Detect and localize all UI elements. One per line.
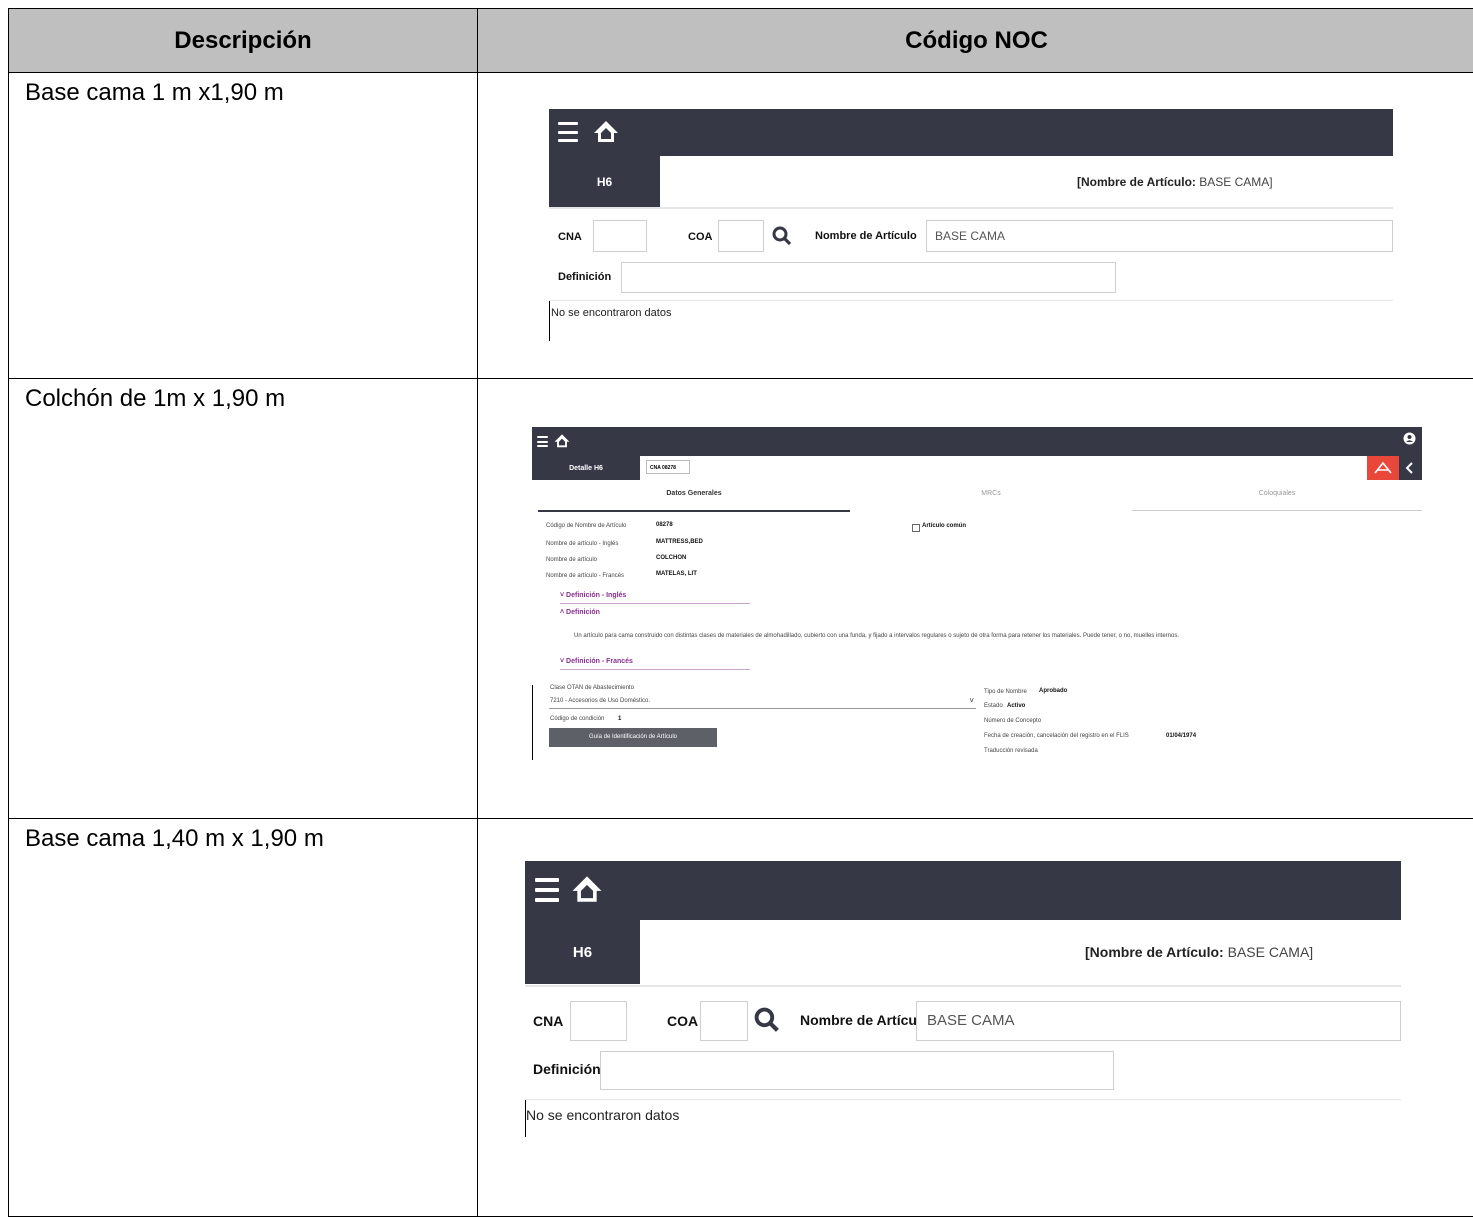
cna-input[interactable] xyxy=(593,220,647,252)
field-label-codigo: Código de Nombre de Artículo xyxy=(546,523,627,529)
divider-bottom xyxy=(549,300,1393,301)
left-border xyxy=(532,685,533,760)
header-codigo-noc: Código NOC xyxy=(477,8,1473,73)
articulo-comun-label: Artículo común xyxy=(922,523,967,529)
detail-app: Detalle H6 CNA 08278 Datos Generales MRC… xyxy=(532,427,1422,760)
top-bar xyxy=(525,861,1401,920)
tab-h6[interactable]: H6 xyxy=(525,920,640,984)
search-app-2: H6 [Nombre de Artículo: BASE CAMA] CNA C… xyxy=(525,861,1401,1137)
coa-label: COA xyxy=(688,231,713,243)
definition-text: Un artículo para cama construido con dis… xyxy=(574,633,1180,639)
tab-mrcs[interactable]: MRCs xyxy=(850,490,1132,510)
field-label-ingles: Nombre de artículo - Inglés xyxy=(546,541,619,547)
definicion-input[interactable] xyxy=(600,1051,1114,1090)
section-def-ingles[interactable]: ˅ Definición - Inglés xyxy=(560,592,626,599)
section-def-ingles-label: Definición - Inglés xyxy=(566,592,627,599)
page-title: [Nombre de Artículo: BASE CAMA] xyxy=(1085,944,1313,960)
tab-datos-generales[interactable]: Datos Generales xyxy=(538,490,850,512)
clase-select[interactable]: 7210 - Accesorios de Uso Doméstico. ˅ xyxy=(549,696,976,709)
field-value-ingles: MATTRESS,BED xyxy=(656,539,703,545)
title-label: [Nombre de Artículo: xyxy=(1077,175,1196,189)
pdf-button[interactable] xyxy=(1367,456,1399,480)
menu-icon[interactable] xyxy=(558,122,578,142)
tab-coloquiales[interactable]: Coloquiales xyxy=(1132,490,1422,511)
section-def-label: Definición xyxy=(566,609,600,616)
collapse-button[interactable] xyxy=(1399,456,1422,480)
menu-icon[interactable] xyxy=(535,878,559,902)
clase-select-value: 7210 - Accesorios de Uso Doméstico. xyxy=(550,698,651,704)
section-def-frances[interactable]: ˅ Definición - Francés xyxy=(560,658,633,665)
cna-input[interactable] xyxy=(570,1001,627,1041)
section-def-frances-label: Definición - Francés xyxy=(566,658,633,665)
no-data-message: No se encontraron datos xyxy=(526,1107,680,1123)
divider-bottom xyxy=(525,1099,1401,1100)
estado-value: Activo xyxy=(1007,703,1026,709)
divider xyxy=(549,207,1393,209)
field-label-nombre: Nombre de artículo xyxy=(546,557,598,563)
top-bar xyxy=(549,109,1393,156)
title-value: BASE CAMA] xyxy=(1199,175,1273,189)
coa-input[interactable] xyxy=(718,220,764,252)
guide-button[interactable]: Guía de Identificación de Artículo xyxy=(549,728,717,747)
nombre-articulo-label: Nombre de Artículo xyxy=(815,230,917,242)
cna-chip: CNA 08278 xyxy=(646,460,690,474)
field-value-codigo: 08278 xyxy=(656,522,673,528)
section-underline xyxy=(560,603,750,604)
left-border xyxy=(549,301,550,341)
section-underline-2 xyxy=(560,669,750,670)
menu-icon[interactable] xyxy=(537,436,548,447)
user-icon[interactable] xyxy=(1403,432,1416,445)
section-def[interactable]: ˄ Definición xyxy=(560,609,600,616)
cond-label: Código de condición xyxy=(550,716,605,722)
pdf-icon xyxy=(1374,461,1392,474)
fecha-value: 01/04/1974 xyxy=(1166,733,1197,739)
nombre-articulo-input[interactable]: BASE CAMA xyxy=(926,220,1393,252)
chevron-down-icon: ˅ xyxy=(969,696,974,705)
coa-input[interactable] xyxy=(700,1001,748,1041)
coa-label: COA xyxy=(667,1013,699,1029)
nombre-articulo-input[interactable]: BASE CAMA xyxy=(916,1001,1401,1041)
clase-label: Clase OTAN de Abastecimiento xyxy=(550,685,634,691)
tab-h6[interactable]: H6 xyxy=(549,156,660,207)
divider xyxy=(525,985,1401,987)
title-value: BASE CAMA] xyxy=(1227,944,1314,960)
field-value-frances: MATELAS, LIT xyxy=(656,571,697,577)
cond-value: 1 xyxy=(618,716,622,722)
definicion-label: Definición xyxy=(533,1061,601,1077)
search-icon[interactable] xyxy=(754,1007,780,1033)
tab-detalle-h6[interactable]: Detalle H6 xyxy=(532,456,640,480)
home-icon[interactable] xyxy=(554,433,570,448)
tipo-value: Aprobado xyxy=(1039,688,1068,694)
cna-label: CNA xyxy=(558,231,582,243)
chevron-left-icon xyxy=(1405,462,1413,474)
row-2-description: Colchón de 1m x 1,90 m xyxy=(8,378,478,819)
articulo-comun-checkbox[interactable] xyxy=(912,524,920,532)
field-value-nombre: COLCHON xyxy=(656,555,687,561)
title-label: [Nombre de Artículo: xyxy=(1085,944,1224,960)
nombre-articulo-label: Nombre de Artículo xyxy=(800,1012,930,1028)
tipo-label: Tipo de Nombre xyxy=(984,689,1027,695)
home-icon[interactable] xyxy=(571,874,603,903)
home-icon[interactable] xyxy=(593,119,619,143)
search-app-1: H6 [Nombre de Artículo: BASE CAMA] CNA C… xyxy=(549,109,1393,341)
traduccion-label: Traducción revisada xyxy=(984,748,1038,754)
definicion-label: Definición xyxy=(558,271,612,283)
no-data-message: No se encontraron datos xyxy=(551,307,672,319)
field-label-frances: Nombre de artículo - Francés xyxy=(546,573,625,579)
top-bar xyxy=(532,427,1422,456)
estado-label: Estado xyxy=(984,703,1003,709)
fecha-label: Fecha de creación, cancelación del regis… xyxy=(984,733,1129,739)
header-descripcion: Descripción xyxy=(8,8,478,73)
definicion-input[interactable] xyxy=(621,262,1116,293)
search-icon[interactable] xyxy=(772,226,792,246)
left-border xyxy=(525,1100,526,1137)
concepto-label: Número de Concepto xyxy=(984,718,1042,724)
page-title: [Nombre de Artículo: BASE CAMA] xyxy=(1077,175,1273,189)
cna-label: CNA xyxy=(533,1013,564,1029)
row-1-description: Base cama 1 m x1,90 m xyxy=(8,72,478,379)
row-3-description: Base cama 1,40 m x 1,90 m xyxy=(8,818,478,1217)
